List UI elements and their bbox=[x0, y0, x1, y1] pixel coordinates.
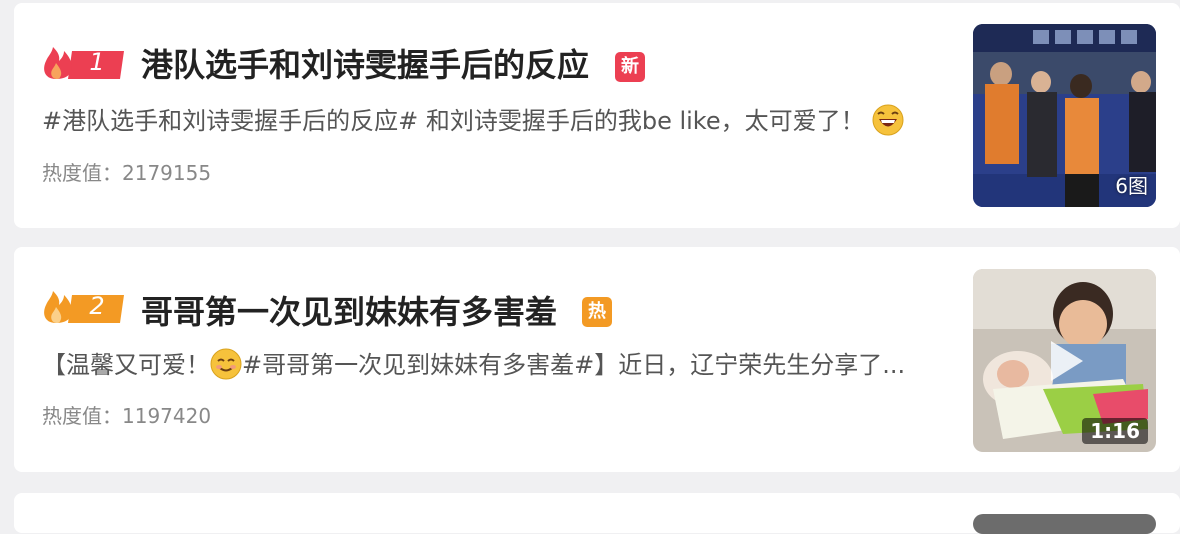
item-summary[interactable]: 【温馨又可爱！ #哥哥第一次见到妹妹有多害羞#】近日，辽宁荣先生分享了... bbox=[42, 348, 905, 382]
heat-value: 热度值：2179155 bbox=[42, 159, 211, 187]
new-badge: 新 bbox=[615, 52, 645, 82]
rank-number: 2 bbox=[89, 292, 105, 320]
summary-text: #港队选手和刘诗雯握手后的反应# 和刘诗雯握手后的我be like，太可爱了！ bbox=[42, 107, 865, 135]
photo-thumbnail[interactable]: 6图 bbox=[973, 24, 1156, 207]
heat-label: 热度值： bbox=[42, 404, 122, 428]
heat-number: 1197420 bbox=[122, 404, 212, 428]
rank-badge: 1 bbox=[42, 43, 124, 81]
heat-label: 热度值： bbox=[42, 161, 122, 185]
rank-badge: 2 bbox=[42, 287, 124, 325]
summary-suffix: #哥哥第一次见到妹妹有多害羞#】近日，辽宁荣先生分享了... bbox=[242, 351, 906, 379]
video-duration: 1:16 bbox=[1082, 418, 1148, 444]
item-title[interactable]: 哥哥第一次见到妹妹有多害羞 bbox=[141, 292, 557, 332]
thumbnail-image bbox=[973, 514, 1156, 534]
item-summary[interactable]: #港队选手和刘诗雯握手后的反应# 和刘诗雯握手后的我be like，太可爱了！ bbox=[42, 104, 904, 138]
hot-item-card[interactable]: 2 哥哥第一次见到妹妹有多害羞 热 【温馨又可爱！ #哥哥第一次见到妹妹有多害羞… bbox=[14, 247, 1180, 472]
item-title[interactable]: 港队选手和刘诗雯握手后的反应 bbox=[141, 45, 589, 85]
thumbnail-partial[interactable] bbox=[973, 514, 1156, 534]
hot-item-card[interactable]: 1 港队选手和刘诗雯握手后的反应 新 #港队选手和刘诗雯握手后的反应# 和刘诗雯… bbox=[14, 3, 1180, 228]
hot-item-card[interactable] bbox=[14, 493, 1180, 534]
hot-badge: 热 bbox=[582, 297, 612, 327]
rank-number: 1 bbox=[89, 48, 105, 76]
laughing-emoji-icon bbox=[872, 104, 904, 136]
smiling-emoji-icon bbox=[210, 348, 242, 380]
heat-number: 2179155 bbox=[122, 161, 212, 185]
video-thumbnail[interactable]: 1:16 bbox=[973, 269, 1156, 452]
summary-prefix: 【温馨又可爱！ bbox=[42, 351, 210, 379]
heat-value: 热度值：1197420 bbox=[42, 402, 211, 430]
image-count-label: 6图 bbox=[1115, 174, 1148, 198]
